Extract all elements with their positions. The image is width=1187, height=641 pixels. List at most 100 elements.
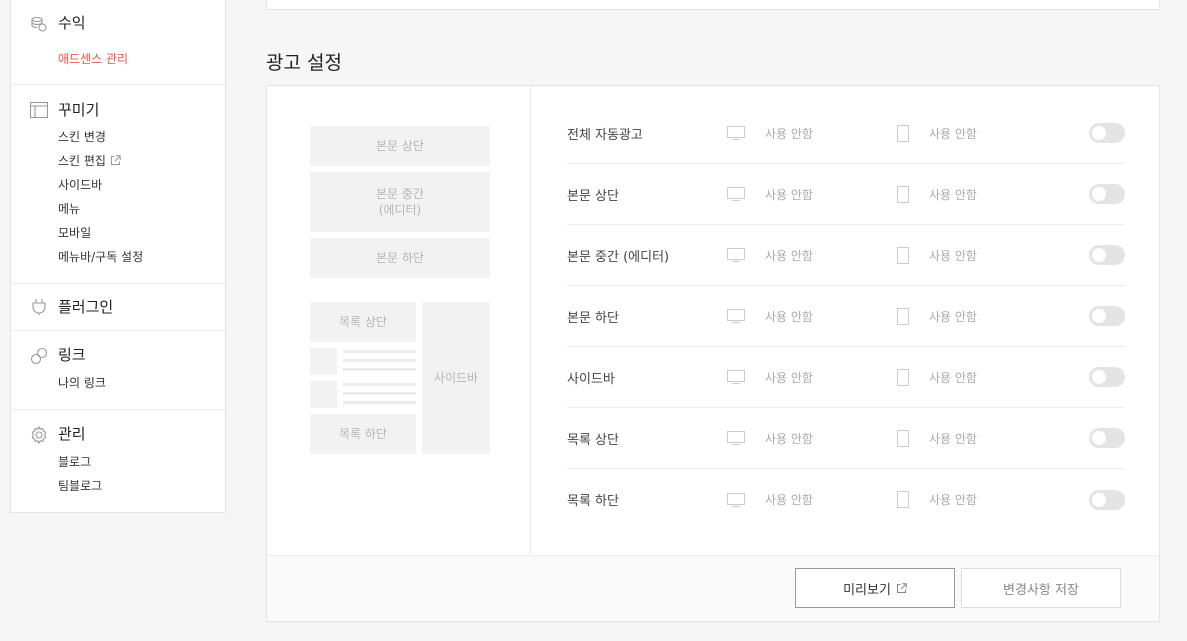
sidebar-item-blog[interactable]: 블로그 [58,453,91,470]
toggle-knob [1092,187,1106,201]
mobile-icon [897,491,919,508]
preview-button-label: 미리보기 [843,582,891,598]
ad-position-label: 본문 중간 (에디터) [567,249,670,265]
divider [11,283,225,284]
pc-ad-status: 사용 안함 [765,187,813,202]
ad-position-row: 목록 하단 사용 안함 사용 안함 [567,469,1125,530]
sidebar-item-menu[interactable]: 메뉴 [58,200,80,217]
layout-text-line [343,392,416,395]
mobile-ad-setting[interactable]: 사용 안함 [897,225,977,285]
ad-position-label: 본문 상단 [567,188,619,204]
plug-icon [29,297,49,317]
ad-position-row: 목록 상단 사용 안함 사용 안함 [567,408,1125,469]
pc-ad-setting[interactable]: 사용 안함 [727,408,813,468]
ad-toggle[interactable] [1089,489,1125,510]
pc-ad-status: 사용 안함 [765,248,813,263]
pc-ad-setting[interactable]: 사용 안함 [727,103,813,163]
mobile-icon [897,368,919,386]
mobile-ad-status: 사용 안함 [929,493,977,507]
ad-layout-diagram: 본문 상단 본문 중간 (에디터) 본문 하단 목록 상단 목록 하단 사이드바 [267,86,531,555]
external-link-icon [110,155,121,165]
ad-position-row: 본문 상단 사용 안함 사용 안함 [567,164,1125,225]
layout-body-bottom: 본문 하단 [310,238,490,278]
mobile-ad-status: 사용 안함 [929,248,977,263]
toggle-knob [1092,492,1106,507]
sidebar-section-decorate[interactable]: 꾸미기 [58,99,99,120]
preview-button[interactable]: 미리보기 [795,568,955,608]
toggle-knob [1092,309,1106,323]
ad-position-label: 본문 하단 [567,310,619,326]
pc-ad-setting[interactable]: 사용 안함 [727,347,813,407]
sidebar-item-menubar-subscribe[interactable]: 메뉴바/구독 설정 [58,248,143,265]
layout-body-middle: 본문 중간 (에디터) [310,172,490,232]
mobile-ad-status: 사용 안함 [929,431,977,446]
mobile-ad-status: 사용 안함 [929,187,977,202]
pc-ad-status: 사용 안함 [765,431,813,446]
page-title: 광고 설정 [266,52,342,74]
panel-footer: 미리보기 변경사항 저장 [267,555,1159,621]
ad-position-label: 사이드바 [567,371,615,387]
divider [11,84,225,85]
external-link-icon [896,582,907,593]
pc-ad-status: 사용 안함 [765,309,813,324]
layout-list-top: 목록 상단 [310,302,416,342]
ad-position-row: 사이드바 사용 안함 사용 안함 [567,347,1125,408]
previous-panel [266,0,1160,10]
pc-ad-setting[interactable]: 사용 안함 [727,164,813,224]
mobile-icon [897,246,919,264]
ad-toggle[interactable] [1089,245,1125,265]
sidebar-item-mobile[interactable]: 모바일 [58,224,91,241]
toggle-knob [1092,370,1106,384]
pc-ad-status: 사용 안함 [765,370,813,385]
ad-position-row: 본문 하단 사용 안함 사용 안함 [567,286,1125,347]
ad-toggle[interactable] [1089,428,1125,448]
ad-position-label: 목록 하단 [567,494,619,509]
ad-toggle[interactable] [1089,367,1125,387]
layout-list-bottom: 목록 하단 [310,414,416,454]
mobile-ad-setting[interactable]: 사용 안함 [897,347,977,407]
pc-ad-setting[interactable]: 사용 안함 [727,286,813,346]
sidebar-section-plugin[interactable]: 플러그인 [58,296,113,317]
monitor-icon [727,370,755,384]
ad-toggle[interactable] [1089,306,1125,326]
layout-body-top: 본문 상단 [310,126,490,166]
layout-text-line [343,350,416,353]
layout-text-line [343,401,416,404]
coins-icon [29,14,49,34]
mobile-ad-setting[interactable]: 사용 안함 [897,164,977,224]
ad-position-row: 전체 자동광고 사용 안함 사용 안함 [567,103,1125,164]
sidebar-section-manage[interactable]: 관리 [58,423,86,444]
mobile-ad-status: 사용 안함 [929,309,977,324]
mobile-ad-setting[interactable]: 사용 안함 [897,103,977,163]
sidebar-item-adsense[interactable]: 애드센스 관리 [58,50,128,67]
layout-body-middle-line2: (에디터) [378,203,422,217]
ad-toggle[interactable] [1089,184,1125,204]
monitor-icon [727,309,755,323]
pc-ad-setting[interactable]: 사용 안함 [727,225,813,285]
mobile-ad-status: 사용 안함 [929,370,977,385]
mobile-icon [897,307,919,325]
mobile-ad-setting[interactable]: 사용 안함 [897,286,977,346]
mobile-ad-setting[interactable]: 사용 안함 [897,469,977,530]
save-changes-button[interactable]: 변경사항 저장 [961,568,1121,608]
sidebar-item-skin-edit[interactable]: 스킨 편집 [58,152,121,169]
divider [11,330,225,331]
monitor-icon [727,248,755,262]
layout-icon [29,100,49,120]
sidebar-item-sidebar[interactable]: 사이드바 [58,176,102,193]
mobile-icon [897,185,919,203]
pc-ad-setting[interactable]: 사용 안함 [727,469,813,530]
ad-toggle[interactable] [1089,123,1125,143]
layout-text-line [343,368,416,371]
gear-icon [29,425,49,445]
monitor-icon [727,187,755,201]
sidebar-section-revenue[interactable]: 수익 [58,12,86,33]
ad-position-row: 본문 중간 (에디터) 사용 안함 사용 안함 [567,225,1125,286]
layout-body-middle-line1: 본문 중간 [376,187,424,201]
sidebar-item-skin-change[interactable]: 스킨 변경 [58,128,106,145]
mobile-ad-setting[interactable]: 사용 안함 [897,408,977,468]
sidebar-section-link[interactable]: 링크 [58,344,86,365]
sidebar-item-my-link[interactable]: 나의 링크 [58,374,106,391]
sidebar-item-team-blog[interactable]: 팀블로그 [58,477,102,494]
monitor-icon [727,126,755,140]
